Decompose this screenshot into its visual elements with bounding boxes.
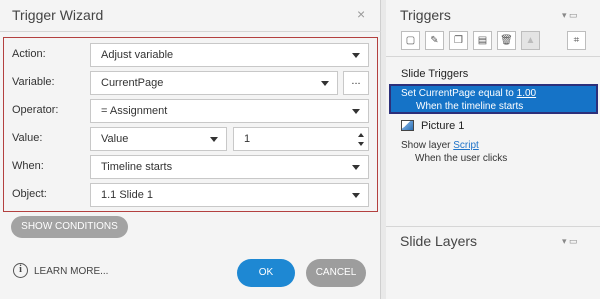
panel-menu-icon[interactable]: ▾ ▭ [562,10,578,21]
learn-more-link[interactable]: LEARN MORE... [34,266,108,277]
chevron-down-icon [352,193,360,198]
show-conditions-button[interactable]: SHOW CONDITIONS [11,216,128,238]
operator-value: = Assignment [101,105,168,117]
chevron-down-icon [321,81,329,86]
picture-icon [401,120,414,131]
slide-layers-title: Slide Layers [400,233,478,249]
when-select[interactable]: Timeline starts [90,155,369,179]
when-row: When: Timeline starts [4,155,377,179]
title-divider [0,31,381,32]
when-label: When: [12,160,44,172]
when-value: Timeline starts [101,161,173,173]
value-type-select[interactable]: Value [90,127,227,151]
dialog-title: Trigger Wizard [12,7,104,23]
selected-trigger-item[interactable]: Set CurrentPage equal to 1.00 When the t… [389,84,598,114]
variable-row: Variable: CurrentPage ... [4,71,377,95]
cancel-button[interactable]: CANCEL [306,259,366,287]
action-label: Action: [12,48,46,60]
variable-value: CurrentPage [101,77,164,89]
object-value: 1.1 Slide 1 [101,189,153,201]
chevron-down-icon [352,165,360,170]
close-icon[interactable]: × [357,6,365,22]
toolbar-divider [386,56,600,57]
chevron-down-icon [352,53,360,58]
object-select[interactable]: 1.1 Slide 1 [90,183,369,207]
info-icon[interactable]: i [13,263,28,278]
spin-down-icon[interactable] [358,142,364,146]
chevron-down-icon [352,109,360,114]
trigger-action-prefix: Set CurrentPage equal to [401,88,517,99]
variable-label: Variable: [12,76,55,88]
layer-script-link[interactable]: Script [453,140,479,151]
copy-trigger-icon[interactable]: ❐ [449,31,468,50]
trigger-wizard-dialog: Trigger Wizard × Action: Adjust variable… [0,0,381,299]
move-up-icon[interactable]: ▲ [521,31,540,50]
value-number-input[interactable]: 1 [233,127,369,151]
trigger-form: Action: Adjust variable Variable: Curren… [3,37,378,212]
paste-trigger-icon[interactable]: ▤ [473,31,492,50]
layers-divider [386,226,600,227]
action-value: Adjust variable [101,49,174,61]
action-row: Action: Adjust variable [4,43,377,67]
triggers-title: Triggers [400,7,451,23]
variables-icon[interactable]: ⌗ [567,31,586,50]
variable-select[interactable]: CurrentPage [90,71,338,95]
trigger-action-text: Set CurrentPage equal to 1.00 [401,88,536,99]
manage-variables-button[interactable]: ... [343,71,369,95]
object-row: Object: 1.1 Slide 1 [4,183,377,207]
picture-trigger-prefix: Show layer [401,140,454,151]
trigger-value-link[interactable]: 1.00 [517,88,536,99]
trigger-condition-text: When the timeline starts [416,101,524,112]
action-select[interactable]: Adjust variable [90,43,369,67]
delete-trigger-icon[interactable]: 🗑 [497,31,516,50]
operator-label: Operator: [12,104,59,116]
value-number: 1 [244,133,251,145]
layers-menu-icon[interactable]: ▾ ▭ [562,236,578,247]
chevron-down-icon [210,137,218,142]
picture-trigger-item[interactable]: Show layer Script [401,140,479,151]
ok-button[interactable]: OK [237,259,295,287]
operator-row: Operator: = Assignment [4,99,377,123]
value-type: Value [101,133,129,145]
picture-trigger-condition: When the user clicks [415,153,508,164]
edit-trigger-icon[interactable]: ✎ [425,31,444,50]
value-row: Value: Value 1 [4,127,377,151]
slide-triggers-heading: Slide Triggers [401,68,469,80]
value-label: Value: [12,132,43,144]
object-label: Object: [12,188,47,200]
picture-item-label[interactable]: Picture 1 [421,120,464,132]
operator-select[interactable]: = Assignment [90,99,369,123]
new-trigger-icon[interactable]: ▢ [401,31,420,50]
spin-up-icon[interactable] [358,133,364,137]
